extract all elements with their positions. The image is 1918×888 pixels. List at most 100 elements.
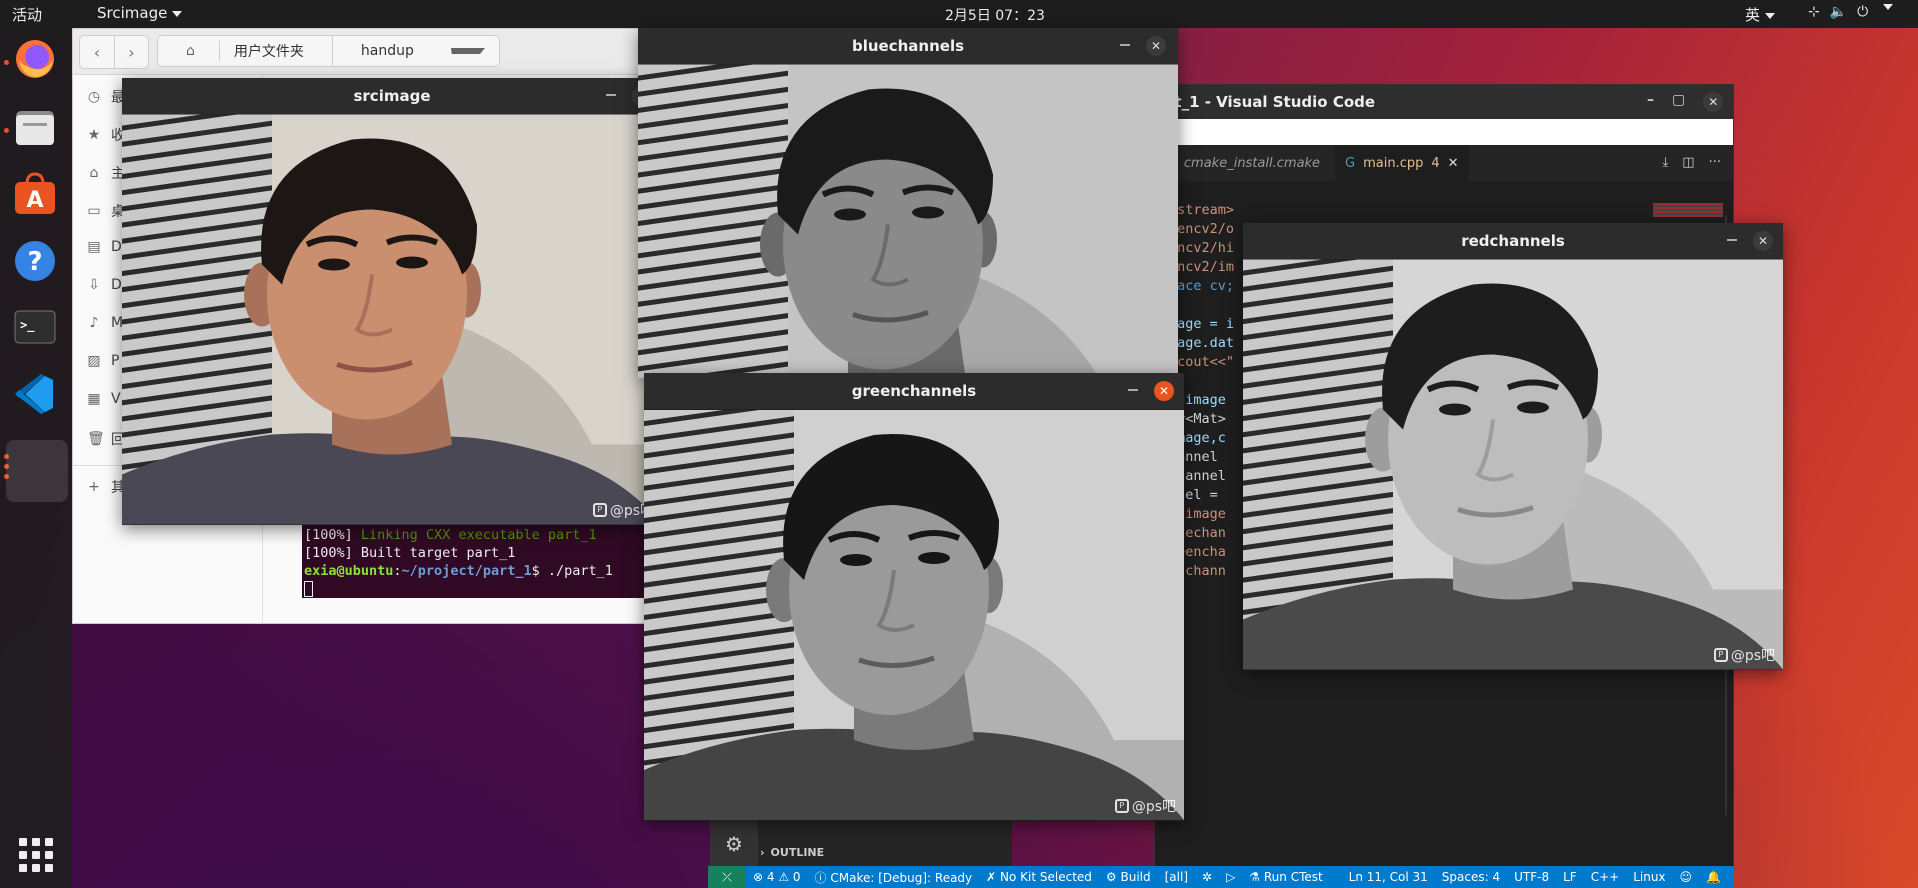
problem-count-badge: 4 bbox=[1431, 155, 1440, 171]
desktop-icon: ▭ bbox=[87, 203, 101, 219]
srcimage-titlebar: srcimage ✕ bbox=[122, 78, 662, 114]
files-icon[interactable] bbox=[12, 104, 58, 150]
sidebar-item-trash[interactable]: 🗑 回 bbox=[87, 429, 125, 449]
terminal-line-2: [100%] Built target part_1 bbox=[304, 545, 516, 561]
path-home[interactable]: ⌂ 用户文件夹 bbox=[158, 36, 332, 66]
flask-icon: ⚗ bbox=[1249, 870, 1264, 884]
system-tray[interactable]: ⊹ 🔈 ⏻ bbox=[1808, 4, 1894, 20]
help-icon[interactable]: ? bbox=[12, 238, 58, 284]
blue-channel-image bbox=[638, 64, 1178, 378]
remote-icon[interactable]: ⤫ bbox=[708, 866, 746, 888]
redchannels-window: redchannels ✕ P @ps吧 bbox=[1243, 223, 1783, 670]
tab-cmake-install[interactable]: ≡cmake_install.cmake bbox=[1155, 145, 1330, 181]
redchannels-titlebar: redchannels ✕ bbox=[1243, 223, 1783, 259]
sidebar-item-downloads[interactable]: ⇩ D bbox=[87, 277, 122, 293]
build-target[interactable]: [all] bbox=[1158, 870, 1195, 884]
open-changes-icon[interactable]: ⤓ bbox=[1663, 155, 1669, 170]
software-icon[interactable]: A bbox=[12, 171, 58, 217]
maximize-button[interactable]: ▢ bbox=[1672, 92, 1685, 112]
dock: A ? >_ bbox=[0, 28, 72, 888]
window-title: greenchannels bbox=[851, 382, 977, 400]
vscode-titlebar: rt_1 - Visual Studio Code – ▢ ✕ bbox=[1155, 85, 1733, 119]
chevron-down-icon bbox=[172, 10, 183, 17]
close-button[interactable]: ✕ bbox=[1703, 92, 1724, 112]
problems-status[interactable]: ⊗ 4 ⚠ 0 bbox=[746, 870, 808, 884]
minimize-button[interactable]: – bbox=[1647, 92, 1654, 112]
input-method-indicator[interactable]: 英 bbox=[1745, 4, 1776, 25]
vscode-icon[interactable] bbox=[12, 371, 58, 417]
encoding[interactable]: UTF-8 bbox=[1507, 870, 1556, 884]
minimize-button[interactable] bbox=[1120, 44, 1130, 46]
apps-grid-icon[interactable] bbox=[19, 838, 53, 872]
app-menu-label: Srcimage bbox=[97, 4, 168, 22]
close-button[interactable]: ✕ bbox=[1154, 381, 1174, 401]
activities-button[interactable]: 活动 bbox=[12, 4, 42, 25]
split-editor-icon[interactable]: ◫ bbox=[1682, 155, 1694, 170]
volume-icon: 🔈 bbox=[1829, 4, 1848, 20]
end-of-line[interactable]: LF bbox=[1556, 870, 1584, 884]
history-nav: ‹ › bbox=[79, 35, 149, 69]
app-menu[interactable]: Srcimage bbox=[97, 4, 183, 22]
sidebar-item-desktop[interactable]: ▭ 桌 bbox=[87, 201, 125, 221]
bell-icon[interactable]: 🔔 bbox=[1699, 870, 1728, 884]
back-button[interactable]: ‹ bbox=[80, 36, 114, 68]
sidebar-item-music[interactable]: ♪ M bbox=[87, 315, 124, 331]
home-icon: ⌂ bbox=[186, 43, 195, 59]
logo-icon: P bbox=[592, 503, 607, 517]
code-line: encv2/im bbox=[1169, 259, 1235, 275]
debug-icon[interactable]: ✲ bbox=[1195, 870, 1219, 884]
home-icon: ⌂ bbox=[89, 165, 99, 181]
build-button[interactable]: ⚙ Build bbox=[1099, 870, 1158, 884]
close-tab-icon[interactable]: ✕ bbox=[1448, 156, 1459, 171]
window-title: srcimage bbox=[353, 87, 431, 105]
sidebar-item-videos[interactable]: ▦ V bbox=[87, 391, 120, 407]
sidebar-item-pictures[interactable]: ▨ P bbox=[87, 353, 119, 369]
firefox-icon[interactable] bbox=[12, 36, 58, 82]
terminal-cursor bbox=[304, 581, 313, 597]
gear-icon[interactable]: ⚙ bbox=[710, 820, 758, 868]
terminal-window[interactable]: [100%] Linking CXX executable part_1 [10… bbox=[302, 520, 650, 598]
terminal-prompt: exia@ubuntu:~/project/part_1$ ./part_1 bbox=[304, 563, 613, 579]
code-line: mage.dat bbox=[1169, 335, 1235, 351]
minimap[interactable] bbox=[1653, 203, 1723, 217]
kit-status[interactable]: ✗ No Kit Selected bbox=[979, 870, 1099, 884]
run-icon[interactable]: ▷ bbox=[1219, 870, 1242, 884]
more-actions-icon[interactable]: ··· bbox=[1709, 155, 1721, 170]
ctest-button[interactable]: ⚗ Run CTest bbox=[1242, 870, 1329, 884]
cpp-file-icon: G bbox=[1345, 155, 1356, 171]
svg-text:A: A bbox=[26, 188, 43, 213]
srcimage-window: srcimage ✕ P@ps吧 bbox=[122, 78, 662, 525]
forward-button[interactable]: › bbox=[114, 36, 148, 68]
minimize-button[interactable] bbox=[1727, 239, 1737, 241]
close-button[interactable]: ✕ bbox=[1753, 231, 1773, 251]
close-button[interactable]: ✕ bbox=[1146, 36, 1166, 56]
greenchannels-titlebar: greenchannels ✕ bbox=[644, 373, 1184, 409]
minimize-button[interactable] bbox=[606, 94, 616, 96]
download-icon: ⇩ bbox=[88, 277, 100, 293]
path-current[interactable]: handup bbox=[331, 36, 499, 66]
sidebar-item-other-locations[interactable]: + 其 bbox=[87, 477, 125, 497]
language-mode[interactable]: C++ bbox=[1584, 870, 1627, 884]
logo-icon: P bbox=[1114, 799, 1129, 813]
indentation[interactable]: Spaces: 4 bbox=[1435, 870, 1507, 884]
feedback-icon[interactable]: ☺ bbox=[1673, 870, 1700, 884]
outline-section[interactable]: OUTLINE bbox=[760, 846, 825, 859]
greenchannels-window: greenchannels ✕ P @ps吧 bbox=[644, 373, 1184, 821]
tab-main-cpp[interactable]: Gmain.cpp 4 ✕ bbox=[1335, 145, 1469, 181]
editor-tabs: ≡cmake_install.cmake Gmain.cpp4✕ ⤓ ◫ ··· bbox=[1155, 145, 1733, 181]
star-icon: ★ bbox=[87, 127, 101, 143]
cmake-status[interactable]: ⓘ CMake: [Debug]: Ready bbox=[808, 869, 980, 886]
sidebar-item-starred[interactable]: ★ 收 bbox=[87, 125, 125, 145]
sidebar-item-home[interactable]: ⌂ 主 bbox=[87, 163, 125, 183]
svg-text:?: ? bbox=[27, 247, 42, 277]
platform[interactable]: Linux bbox=[1626, 870, 1672, 884]
network-icon: ⊹ bbox=[1808, 4, 1820, 20]
cursor-position[interactable]: Ln 11, Col 31 bbox=[1342, 870, 1435, 884]
running-app-icon[interactable] bbox=[6, 440, 68, 502]
vscode-menubar bbox=[1155, 119, 1733, 145]
terminal-icon[interactable]: >_ bbox=[12, 304, 58, 350]
minimize-button[interactable] bbox=[1128, 389, 1138, 391]
clock[interactable]: 2月5日 07：23 bbox=[945, 5, 1045, 25]
sidebar-item-documents[interactable]: ▤ D bbox=[87, 239, 121, 255]
sidebar-item-recent[interactable]: ◷ 最 bbox=[87, 87, 125, 107]
